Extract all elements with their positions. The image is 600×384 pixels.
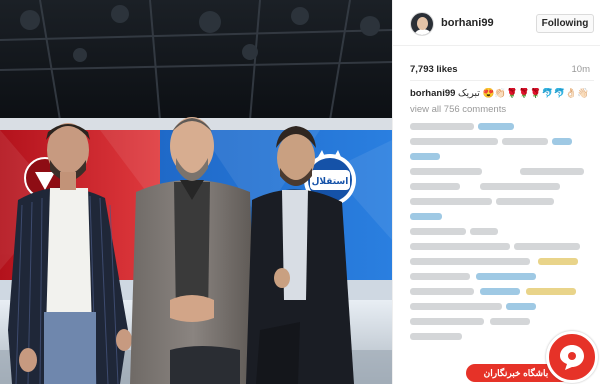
comment-row <box>410 315 594 328</box>
post-photo[interactable]: استقلال <box>0 0 392 384</box>
caption-text: تبریک 😍👏🏻🌹🌹🌹🐬🐬👌🏻👋🏻 <box>455 88 590 99</box>
post-sidebar: borhani99 Following 7,793 likes 10m borh… <box>392 0 600 384</box>
comment-row <box>410 285 594 298</box>
comment-row <box>410 165 594 178</box>
comments-list <box>410 120 594 345</box>
comment-row <box>410 300 594 313</box>
caption-username[interactable]: borhani99 <box>410 88 455 99</box>
avatar[interactable] <box>410 12 434 36</box>
chat-bubble-icon <box>560 345 584 370</box>
watermark-text: باشگاه خبرنگاران <box>483 368 549 378</box>
esteghlal-banner-text: استقلال <box>312 177 349 187</box>
comment-row <box>410 195 594 208</box>
comment-row <box>410 135 594 148</box>
comment-row <box>410 270 594 283</box>
following-button[interactable]: Following <box>536 14 594 33</box>
comment-row <box>410 255 594 268</box>
comment-row <box>410 225 594 238</box>
studio-photo: استقلال <box>0 0 392 384</box>
post-timestamp[interactable]: 10m <box>572 64 590 75</box>
username-link[interactable]: borhani99 <box>441 17 494 29</box>
view-all-comments-link[interactable]: view all 756 comments <box>410 104 506 115</box>
divider <box>410 80 594 81</box>
comment-row <box>410 180 594 193</box>
likes-count[interactable]: 7,793 likes <box>410 64 458 75</box>
post-caption: borhani99 تبریک 😍👏🏻🌹🌹🌹🐬🐬👌🏻👋🏻 <box>410 88 600 99</box>
watermark-logo <box>546 331 598 383</box>
comment-row <box>410 150 594 163</box>
comment-row <box>410 240 594 253</box>
post-header: borhani99 Following <box>393 0 600 46</box>
comment-row <box>410 210 594 223</box>
comment-row <box>410 120 594 133</box>
